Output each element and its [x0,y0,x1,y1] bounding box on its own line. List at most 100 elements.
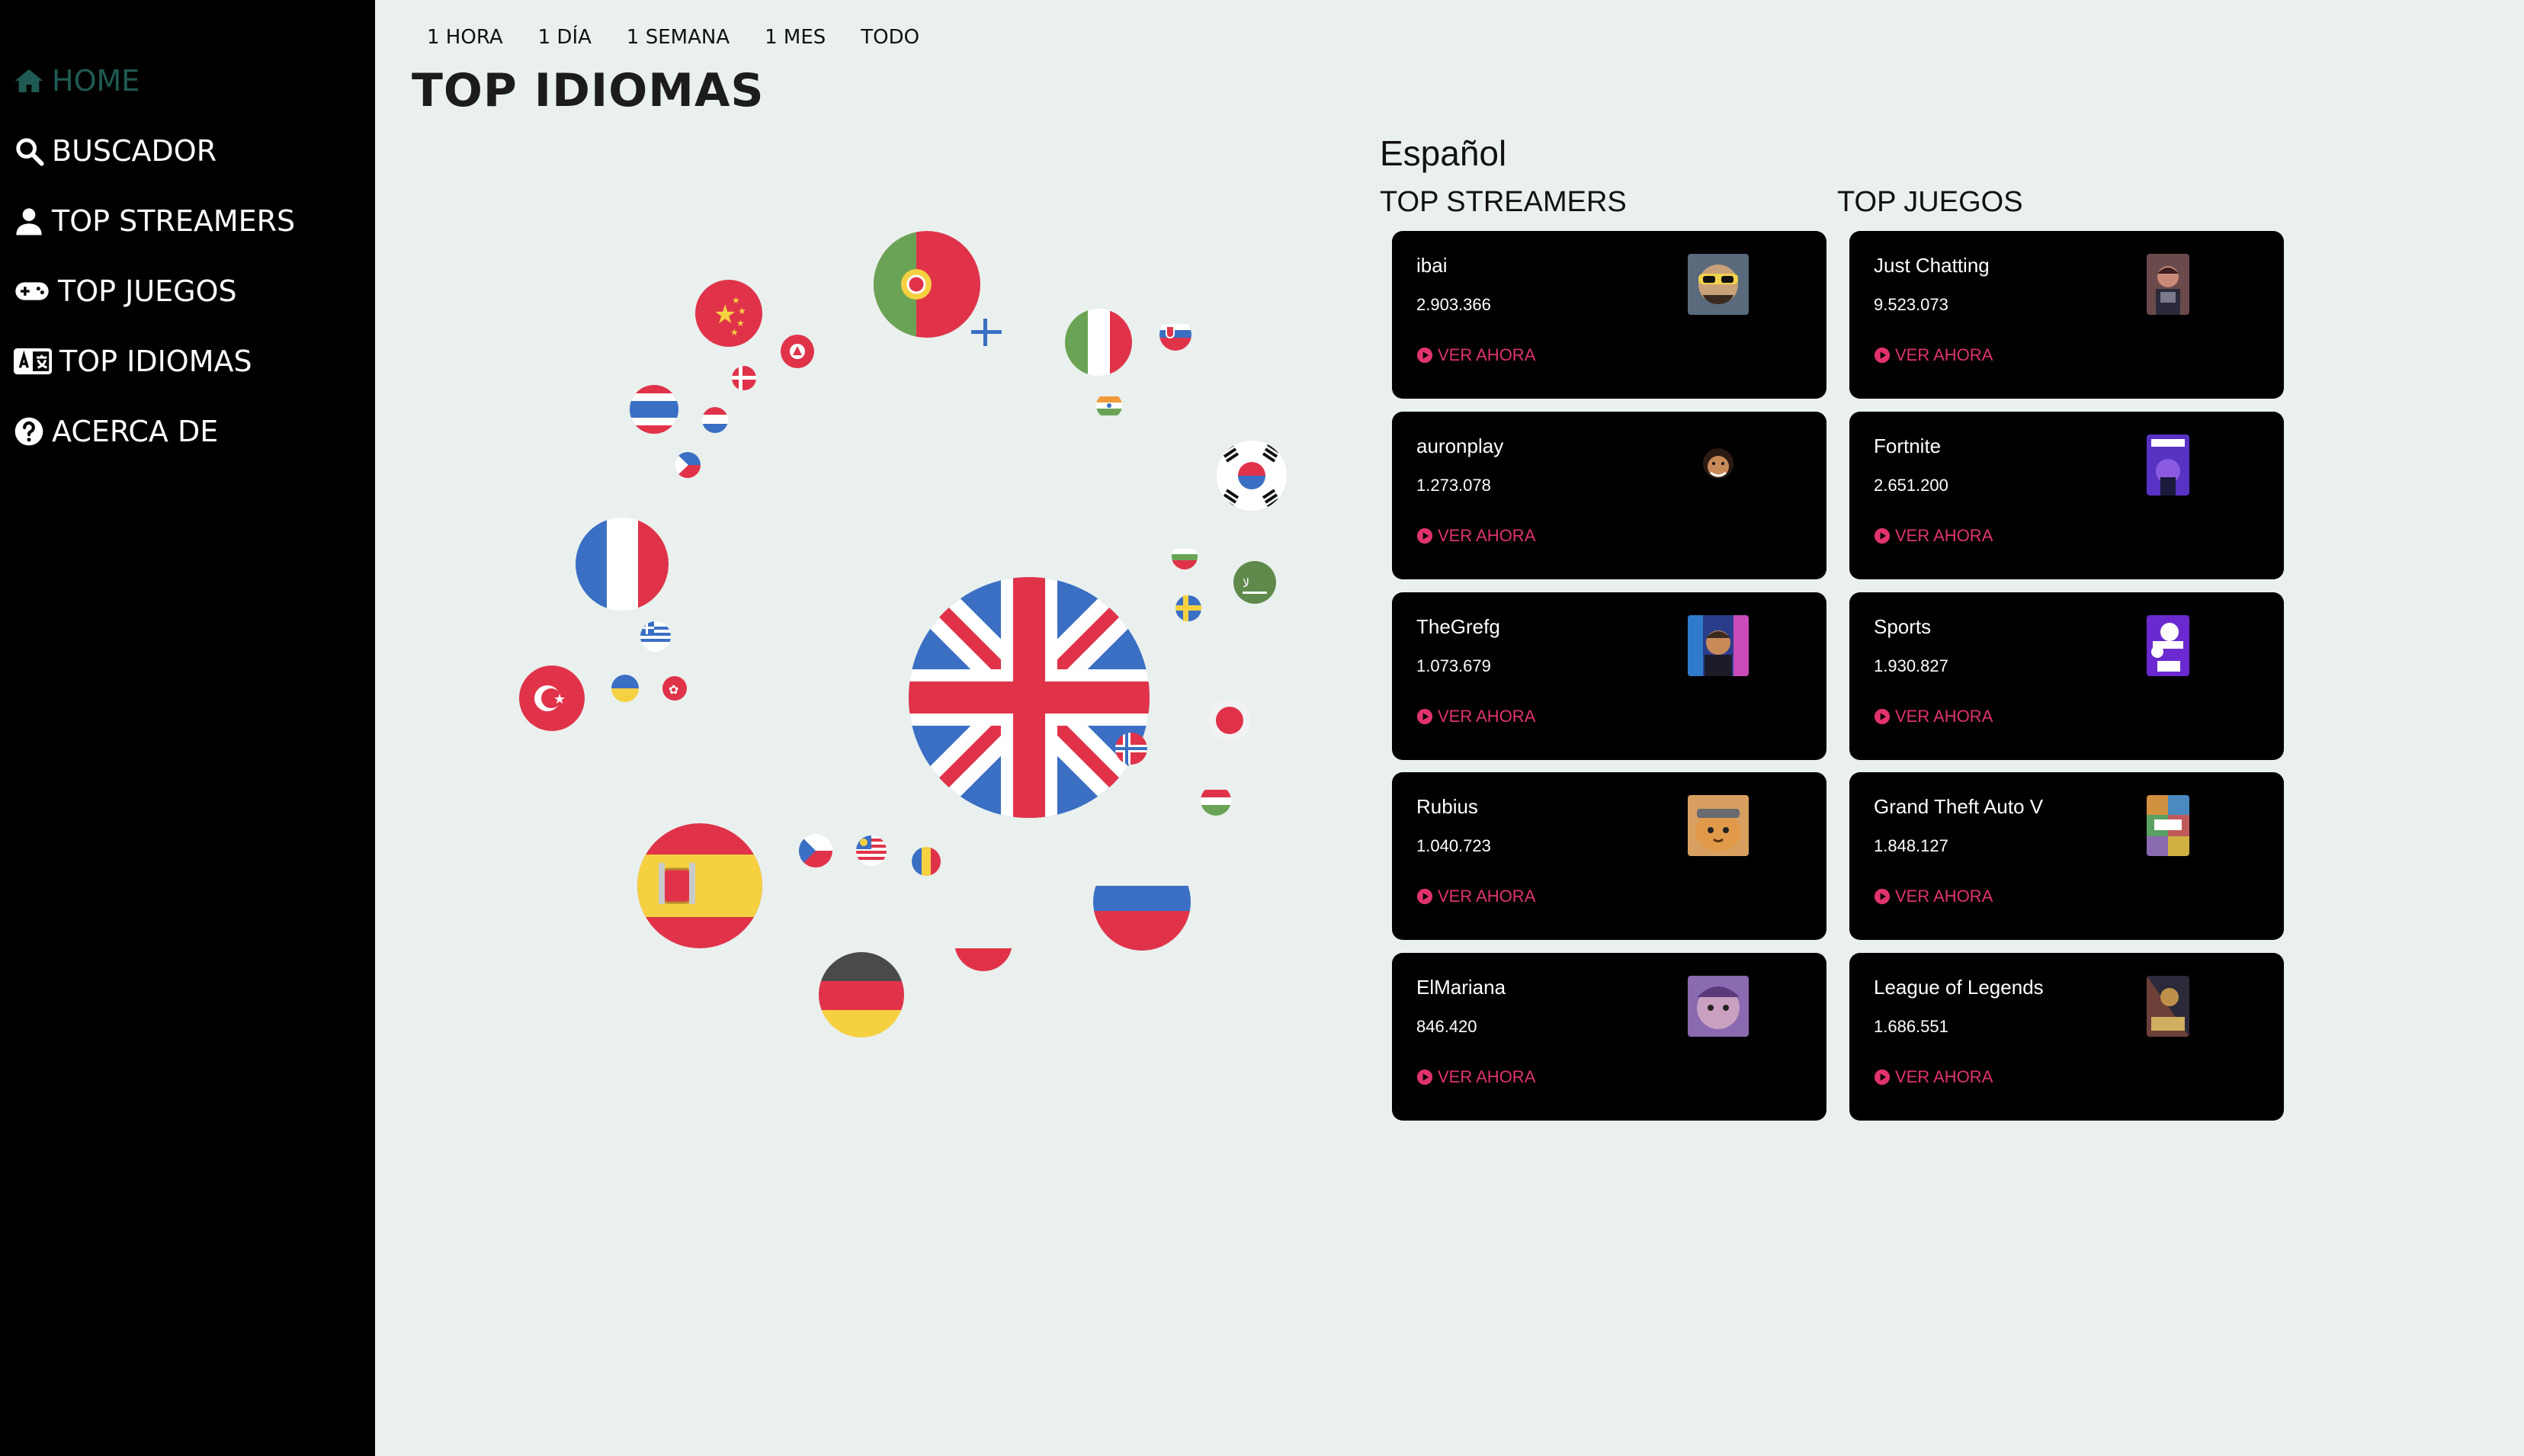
game-name: Just Chatting [1874,254,1990,277]
play-circle-icon [1874,347,1891,364]
viewer-count: 2.903.366 [1416,295,1491,314]
watch-now-label: VER AHORA [1895,707,1993,726]
watch-now-link[interactable]: VER AHORA [1874,526,1993,546]
nav-top-idiomas[interactable]: TOP IDIOMAS [14,338,252,384]
nav-top-streamers[interactable]: TOP STREAMERS [14,198,295,244]
svg-text:لا: لا [1243,576,1249,590]
japanese-flag [1208,699,1251,742]
viewer-count: 9.523.073 [1874,295,1948,314]
svg-text:★: ★ [553,691,566,707]
watch-now-link[interactable]: VER AHORA [1874,345,1993,365]
game-name: Grand Theft Auto V [1874,795,2044,818]
filter-1-semana[interactable]: 1 SEMANA [627,26,730,49]
watch-now-link[interactable]: VER AHORA [1874,1067,1993,1087]
filter-todo[interactable]: TODO [861,26,919,49]
play-circle-icon [1874,528,1891,544]
indian-flag [1096,393,1122,419]
swedish-flag [1175,595,1201,621]
watch-now-label: VER AHORA [1895,887,1993,906]
gamepad-icon [15,282,49,300]
watch-now-link[interactable]: VER AHORA [1416,345,1535,365]
english-flag [909,577,1150,818]
italian-flag [1065,309,1132,376]
romanian-flag [912,847,941,876]
polish-flag [954,913,1012,971]
streamer-card[interactable]: TheGrefg 1.073.679 VER AHORA [1392,592,1826,760]
streamer-card[interactable]: Rubius 1.040.723 VER AHORA [1392,772,1826,940]
selected-language: Español [1380,133,1507,173]
hongkong-flag: ✿ [662,676,687,701]
game-name: League of Legends [1874,976,2044,999]
svg-text:✿: ✿ [669,682,678,697]
svg-text:★: ★ [732,295,740,306]
sidebar: HOME BUSCADOR TOP STREAMERS TOP JUEGOS T… [0,0,375,1456]
top-streamers-heading: TOP STREAMERS [1380,186,1627,218]
watch-now-label: VER AHORA [1438,707,1536,726]
game-card[interactable]: Sports 1.930.827 VER AHORA [1849,592,2284,760]
filter-1-hora[interactable]: 1 HORA [427,26,503,49]
streamer-card[interactable]: ibai 2.903.366 VER AHORA [1392,231,1826,399]
arabic-flag: لا [1233,561,1276,604]
streamer-avatar [1688,795,1749,856]
game-cover [2147,976,2189,1037]
play-circle-icon [1874,708,1891,725]
filipino-flag [675,452,701,478]
play-circle-icon [1416,1069,1433,1086]
game-card[interactable]: Grand Theft Auto V 1.848.127 VER AHORA [1849,772,2284,940]
greek-flag [640,621,671,652]
malay-flag [856,835,887,866]
filter-1-mes[interactable]: 1 MES [765,26,826,49]
chinese-flag: ★ ★ ★ ★ ★ [695,280,762,347]
watch-now-link[interactable]: VER AHORA [1416,887,1535,906]
viewer-count: 1.930.827 [1874,656,1948,675]
streamer-avatar [1688,254,1749,315]
nav-acerca-de[interactable]: ACERCA DE [14,409,218,454]
ukrainian-flag [611,675,639,702]
nav-buscador-label: BUSCADOR [52,134,217,168]
nav-home-label: HOME [52,64,140,98]
russian-flag [1093,853,1191,951]
nav-top-idiomas-label: TOP IDIOMAS [59,345,252,378]
korean-flag [1217,441,1287,511]
play-circle-icon [1416,347,1433,364]
norwegian-flag [1115,733,1147,765]
game-card[interactable]: Just Chatting 9.523.073 VER AHORA [1849,231,2284,399]
watch-now-link[interactable]: VER AHORA [1416,1067,1535,1087]
streamer-name: ElMariana [1416,976,1506,999]
streamer-avatar [1688,615,1749,676]
streamer-avatar [1688,976,1749,1037]
watch-now-link[interactable]: VER AHORA [1874,707,1993,726]
nav-acerca-de-label: ACERCA DE [52,415,219,448]
play-circle-icon [1416,888,1433,905]
danish-flag [732,366,756,390]
czech-flag [799,834,832,868]
streamer-avatar [1688,435,1749,495]
watch-now-label: VER AHORA [1438,526,1536,545]
streamer-card[interactable]: auronplay 1.273.078 VER AHORA [1392,412,1826,579]
watch-now-label: VER AHORA [1895,1067,1993,1086]
watch-now-label: VER AHORA [1895,345,1993,364]
watch-now-label: VER AHORA [1438,887,1536,906]
viewer-count: 1.073.679 [1416,656,1491,675]
game-card[interactable]: League of Legends 1.686.551 VER AHORA [1849,953,2284,1121]
slovak-flag [1159,319,1191,351]
play-circle-icon [1874,1069,1891,1086]
game-card[interactable]: Fortnite 2.651.200 VER AHORA [1849,412,2284,579]
game-cover [2147,254,2189,315]
question-circle-icon [14,417,43,446]
viewer-count: 846.420 [1416,1017,1477,1036]
nav-top-juegos[interactable]: TOP JUEGOS [14,268,237,314]
watch-now-link[interactable]: VER AHORA [1874,887,1993,906]
language-icon [14,348,52,375]
viewer-count: 1.686.551 [1874,1017,1948,1036]
nav-home[interactable]: HOME [14,58,140,104]
thai-flag [630,385,678,434]
play-circle-icon [1416,708,1433,725]
watch-now-link[interactable]: VER AHORA [1416,707,1535,726]
nav-buscador[interactable]: BUSCADOR [14,128,216,174]
streamer-name: ibai [1416,254,1448,277]
streamer-card[interactable]: ElMariana 846.420 VER AHORA [1392,953,1826,1121]
watch-now-link[interactable]: VER AHORA [1416,526,1535,546]
nav-top-juegos-label: TOP JUEGOS [58,274,237,308]
filter-1-dia[interactable]: 1 DÍA [538,26,592,49]
